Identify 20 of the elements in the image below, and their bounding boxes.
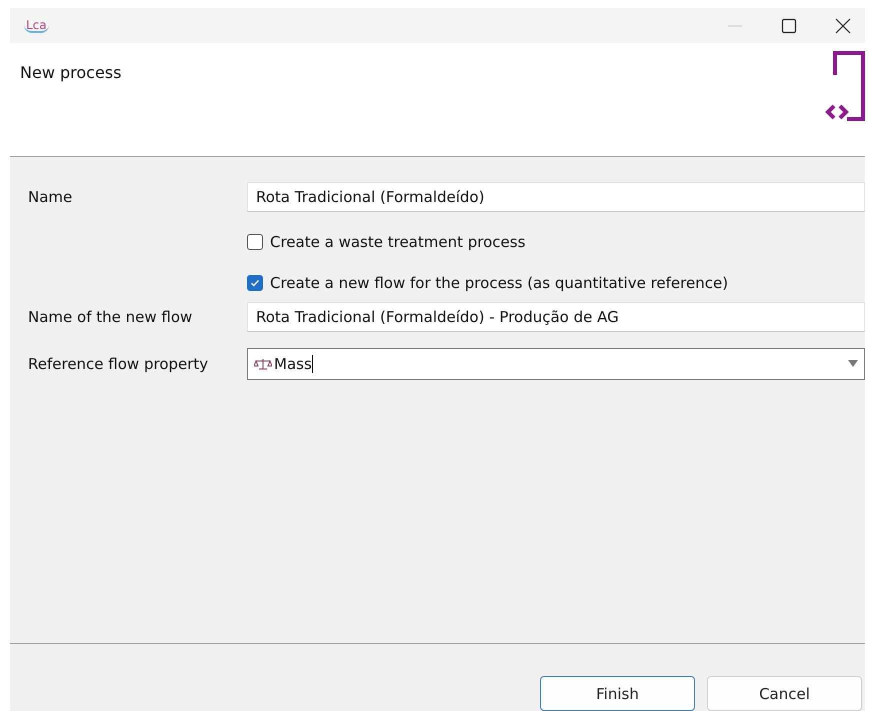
text-field[interactable]: Rota Tradicional (Formaldeído): [247, 182, 865, 212]
close-icon[interactable]: [835, 18, 851, 34]
text-field[interactable]: Rota Tradicional (Formaldeído) - Produção de AG: [247, 302, 865, 332]
dropdown-value: Mass: [274, 355, 312, 373]
app-logo: Lca: [24, 18, 49, 33]
scale-icon: [254, 358, 272, 370]
dropdown-field[interactable]: Mass: [247, 348, 865, 380]
dialog-button[interactable]: Finish: [540, 676, 695, 711]
checkbox-label: Create a new flow for the process (as quantitative reference): [270, 274, 728, 292]
checkbox-label: Create a waste treatment process: [270, 233, 526, 251]
field-label: Reference flow property: [28, 355, 210, 373]
checkbox[interactable]: [247, 234, 263, 250]
field-label: Name: [28, 188, 74, 206]
process-icon: [825, 49, 865, 122]
field-label: Name of the new flow: [28, 308, 194, 326]
dialog-button[interactable]: Cancel: [707, 676, 862, 711]
maximize-icon[interactable]: [781, 18, 797, 34]
dropdown-arrow-icon[interactable]: [848, 360, 858, 368]
dialog-title: New process: [20, 63, 122, 84]
checkbox[interactable]: [247, 275, 263, 291]
